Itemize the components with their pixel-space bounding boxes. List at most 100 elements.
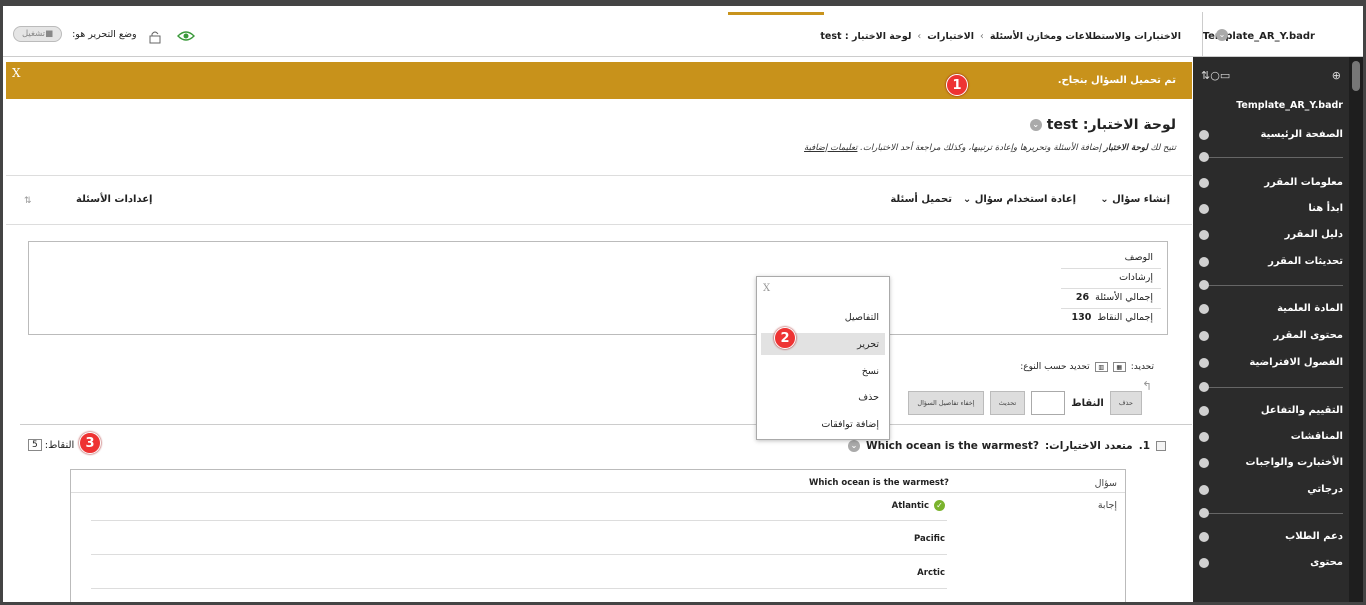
sidebar-item-label: المادة العلمية [1277, 303, 1343, 314]
points-label: النقاط [1071, 397, 1104, 409]
sidebar-item-my-grades[interactable]: درجاتي [1193, 484, 1343, 502]
edit-mode-toggle[interactable]: ■تشغيل [13, 26, 63, 42]
eye-icon[interactable] [177, 30, 195, 42]
chevron-down-icon[interactable] [1199, 304, 1209, 314]
menu-item-add-alignments[interactable]: إضافة توافقات [821, 419, 879, 430]
chevron-down-icon[interactable] [1199, 204, 1209, 214]
sort-icon[interactable]: ⇅ [24, 196, 32, 206]
close-icon[interactable]: X [763, 283, 770, 294]
desc-bold: لوحة الاختبار [1103, 143, 1148, 153]
sort-icon[interactable]: ⇅ [1201, 69, 1210, 82]
menu-item-edit[interactable]: تحرير [857, 339, 879, 350]
chevron-down-icon[interactable] [1199, 432, 1209, 442]
breadcrumb-item[interactable]: الاختبارات والاستطلاعات ومخازن الأسئلة [990, 31, 1181, 42]
sidebar-toolbar: ⇅ ○ ▭ ⊕ [1193, 69, 1349, 82]
select-label: تحديد: [1130, 362, 1154, 372]
sidebar-item-discussions[interactable]: المناقشات [1193, 431, 1343, 449]
points-value[interactable]: 5 [28, 439, 42, 451]
delete-button[interactable]: حذف [1109, 391, 1142, 415]
sidebar-item-start-here[interactable]: ابدأ هنا [1193, 203, 1343, 221]
sidebar-item-course-content[interactable]: محتوى المقرر [1193, 330, 1343, 348]
lock-icon[interactable] [148, 30, 162, 44]
update-button[interactable]: تحديث [989, 391, 1026, 415]
folder-icon[interactable]: ▭ [1220, 69, 1230, 82]
info-label: الوصف [1124, 252, 1153, 263]
sidebar-item-label: تحديثات المقرر [1268, 256, 1343, 267]
more-help-link[interactable]: تعليمات إضافية [804, 143, 857, 153]
info-value: 130 [1071, 312, 1092, 323]
sidebar-item-student-support[interactable]: دعم الطلاب [1193, 531, 1343, 549]
divider [1202, 12, 1203, 57]
divider [71, 492, 1125, 493]
upload-questions-button[interactable]: تحميل أسئلة [890, 194, 952, 205]
sidebar-item-course-guide[interactable]: دليل المقرر [1193, 229, 1343, 247]
menu-item-copy[interactable]: نسخ [862, 366, 879, 377]
sidebar-item-course-info[interactable]: معلومات المقرر [1193, 177, 1343, 195]
chevron-down-icon[interactable] [1199, 230, 1209, 240]
select-by-type-label[interactable]: تحديد حسب النوع: [1020, 362, 1089, 372]
breadcrumb-item[interactable]: الاختبارات [927, 31, 974, 42]
sidebar-item-assessment[interactable]: التقييم والتفاعل [1193, 405, 1343, 423]
question-title[interactable]: Which ocean is the warmest? [866, 440, 1039, 452]
chevron-down-icon[interactable]: ⌄ [1216, 29, 1228, 41]
refresh-icon[interactable]: ○ [1210, 69, 1220, 82]
info-value: 26 [1075, 292, 1090, 303]
answer-item: Pacific [914, 534, 945, 544]
question-type: متعدد الاختيارات: [1044, 440, 1133, 452]
info-label: إجمالي الأسئلة [1095, 292, 1153, 303]
answer-item: ✓ Atlantic [892, 500, 945, 511]
close-icon[interactable]: X [12, 66, 21, 80]
question-settings-button[interactable]: إعدادات الأسئلة [76, 194, 153, 205]
sidebar-item-home[interactable]: الصفحة الرئيسية [1193, 129, 1343, 147]
chevron-down-icon[interactable] [1199, 558, 1209, 568]
reuse-question-button[interactable]: إعادة استخدام سؤال ⌄ [963, 194, 1076, 205]
top-bar: Template_AR_Y.badr ⌄ الاختبارات والاستطل… [3, 12, 1363, 57]
sidebar-item-tests-assignments[interactable]: الأختبارت والواجبات [1193, 457, 1343, 475]
action-label: إنشاء سؤال [1112, 194, 1170, 205]
check-icon: ✓ [934, 500, 945, 511]
chevron-down-icon[interactable] [1199, 406, 1209, 416]
sidebar-item-label: المناقشات [1290, 431, 1343, 442]
question-detail-table: سؤال Which ocean is the warmest? إجابة ✓… [70, 469, 1126, 602]
menu-item-delete[interactable]: حذف [858, 392, 879, 403]
answer-label: إجابة [1097, 500, 1117, 511]
sidebar-item-content[interactable]: محتوى [1193, 557, 1343, 575]
chevron-down-icon[interactable] [1199, 178, 1209, 188]
chevron-down-icon[interactable] [1199, 358, 1209, 368]
chevron-down-icon[interactable]: ⌄ [1029, 119, 1042, 131]
sidebar-item-course-updates[interactable]: تحديثات المقرر [1193, 256, 1343, 274]
edit-mode-label: وضع التحرير هو: [72, 28, 137, 40]
chevron-down-icon[interactable] [1199, 485, 1209, 495]
desc-text: إضافة الأسئلة وتحريرها وإعادة ترتيبها، و… [860, 143, 1102, 153]
sidebar-course-name[interactable]: Template_AR_Y.badr [1236, 100, 1343, 111]
chevron-down-icon[interactable] [1199, 532, 1209, 542]
sidebar-scrollbar[interactable] [1349, 57, 1363, 602]
question-header: 1. متعدد الاختيارات: Which ocean is the … [848, 440, 1166, 452]
sidebar-divider [1199, 280, 1343, 290]
chevron-down-icon[interactable] [1199, 458, 1209, 468]
add-icon[interactable]: ⊕ [1332, 69, 1341, 82]
page-description: تتيح لك لوحة الاختبار إضافة الأسئلة وتحر… [804, 143, 1176, 153]
select-none-icon[interactable]: ▥ [1094, 362, 1108, 372]
info-total-points: إجمالي النقاط 130 [1072, 312, 1153, 323]
chevron-down-icon[interactable] [1199, 130, 1209, 140]
sidebar-item-label: معلومات المقرر [1264, 177, 1343, 188]
chevron-down-icon[interactable] [1199, 257, 1209, 267]
divider [1061, 288, 1161, 289]
points-input[interactable] [1031, 391, 1066, 415]
menu-item-details[interactable]: التفاصيل [845, 312, 879, 323]
sidebar-item-material[interactable]: المادة العلمية [1193, 303, 1343, 321]
select-all-icon[interactable]: ▦ [1112, 362, 1126, 372]
edit-mode: وضع التحرير هو: ■تشغيل [13, 26, 137, 42]
chevron-down-icon[interactable]: ⌄ [848, 440, 861, 452]
sidebar-divider [1199, 382, 1343, 392]
sidebar-item-virtual-classes[interactable]: الفصول الافتراضية [1193, 357, 1343, 375]
sidebar-item-label: محتوى المقرر [1273, 330, 1343, 341]
chevron-down-icon[interactable] [1199, 331, 1209, 341]
scrollbar-thumb[interactable] [1352, 61, 1360, 91]
info-total-questions: إجمالي الأسئلة 26 [1076, 292, 1153, 303]
question-checkbox[interactable] [1156, 441, 1166, 451]
hide-details-button[interactable]: إخفاء تفاصيل السؤال [908, 391, 984, 415]
callout-marker: 2 [774, 327, 796, 349]
create-question-button[interactable]: إنشاء سؤال ⌄ [1100, 194, 1170, 205]
